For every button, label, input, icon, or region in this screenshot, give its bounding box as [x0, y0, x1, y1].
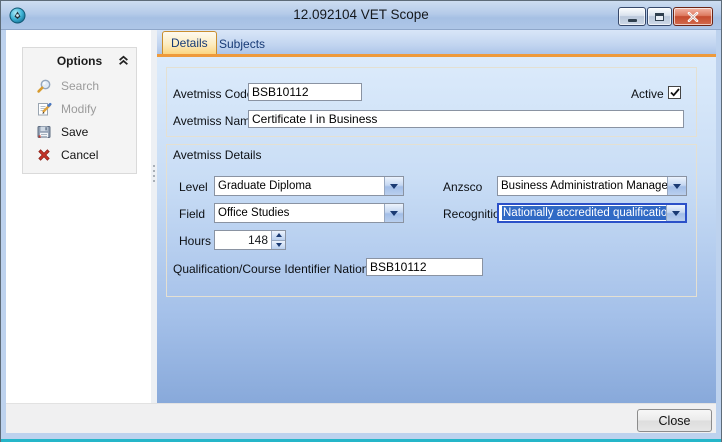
window-border-top: [0, 0, 722, 1]
options-header-label: Options: [57, 54, 102, 68]
collapse-chevron-icon[interactable]: [118, 55, 129, 66]
tab-subjects[interactable]: Subjects: [211, 33, 273, 54]
spin-down-button[interactable]: [272, 240, 285, 250]
sidebar-item-label: Search: [61, 79, 99, 93]
chevron-down-icon[interactable]: [667, 177, 686, 195]
hours-value: 148: [215, 231, 271, 249]
tabstrip: Details Subjects: [157, 30, 716, 57]
titlebar[interactable]: 12.092104 VET Scope: [1, 1, 721, 30]
avetmiss-details-groupbox: Avetmiss Details Level Graduate Diploma …: [166, 144, 697, 297]
window-title: 12.092104 VET Scope: [1, 7, 721, 22]
qualification-national-label: Qualification/Course Identifier National: [173, 262, 378, 276]
level-dropdown[interactable]: Graduate Diploma: [214, 176, 404, 196]
recognition-dropdown[interactable]: Nationally accredited qualification: [497, 203, 687, 223]
tab-label: Details: [171, 36, 208, 50]
hours-label: Hours: [179, 234, 211, 248]
active-checkbox[interactable]: [668, 86, 681, 99]
field-dropdown[interactable]: Office Studies: [214, 203, 404, 223]
avetmiss-code-label: Avetmiss Code: [173, 87, 253, 101]
close-button[interactable]: Close: [637, 409, 712, 432]
options-panel: Options Search: [22, 47, 137, 174]
tab-details[interactable]: Details: [162, 31, 217, 54]
maximize-button[interactable]: [647, 7, 672, 26]
field-value: Office Studies: [215, 204, 384, 222]
anzsco-value: Business Administration Managers: [498, 177, 667, 195]
chevron-up-icon: [276, 233, 282, 237]
anzsco-dropdown[interactable]: Business Administration Managers: [497, 176, 687, 196]
chevron-down-icon[interactable]: [666, 205, 685, 221]
sidebar-item-save[interactable]: Save: [23, 120, 136, 143]
level-value: Graduate Diploma: [215, 177, 384, 195]
close-window-button[interactable]: [673, 7, 713, 26]
sidebar: Options Search: [6, 30, 151, 403]
save-icon: [36, 124, 52, 140]
header-groupbox: Avetmiss Code Active Avetmiss Name: [166, 67, 697, 137]
options-header[interactable]: Options: [23, 48, 136, 74]
group-title: Avetmiss Details: [173, 148, 261, 162]
footer-bar: Close: [6, 403, 716, 433]
search-icon: [36, 78, 52, 94]
window-border-right-inner: [716, 30, 721, 439]
main-area: Details Subjects Avetmiss Code Active Av…: [157, 30, 716, 403]
modify-icon: [36, 101, 52, 117]
recognition-value: Nationally accredited qualification: [502, 206, 666, 220]
vet-scope-window: 12.092104 VET Scope Options: [0, 0, 722, 442]
hours-stepper[interactable]: 148: [214, 230, 286, 250]
sidebar-item-search[interactable]: Search: [23, 74, 136, 97]
splitter-grip-icon: [153, 165, 155, 185]
checkmark-icon: [670, 88, 680, 97]
minimize-button[interactable]: [618, 7, 646, 26]
sidebar-item-label: Modify: [61, 102, 96, 116]
chevron-down-icon[interactable]: [384, 177, 403, 195]
window-border-left-inner: [1, 30, 6, 439]
avetmiss-code-input[interactable]: [248, 83, 362, 101]
field-label: Field: [179, 207, 205, 221]
sidebar-item-label: Save: [61, 125, 88, 139]
active-label: Active: [631, 87, 664, 101]
details-tab-page: Avetmiss Code Active Avetmiss Name Avetm…: [157, 57, 716, 403]
spin-up-button[interactable]: [272, 231, 285, 240]
level-label: Level: [179, 180, 208, 194]
sidebar-item-modify[interactable]: Modify: [23, 97, 136, 120]
maximize-icon: [655, 13, 664, 21]
cancel-icon: [36, 147, 52, 163]
qualification-national-input[interactable]: [366, 258, 483, 276]
sidebar-item-cancel[interactable]: Cancel: [23, 143, 136, 166]
sidebar-item-label: Cancel: [61, 148, 98, 162]
tab-label: Subjects: [219, 37, 265, 51]
minimize-icon: [628, 19, 637, 22]
avetmiss-name-label: Avetmiss Name: [173, 114, 257, 128]
close-icon: [687, 12, 699, 22]
chevron-down-icon: [276, 243, 282, 247]
avetmiss-name-input[interactable]: [248, 110, 684, 128]
anzsco-label: Anzsco: [443, 180, 482, 194]
chevron-down-icon[interactable]: [384, 204, 403, 222]
